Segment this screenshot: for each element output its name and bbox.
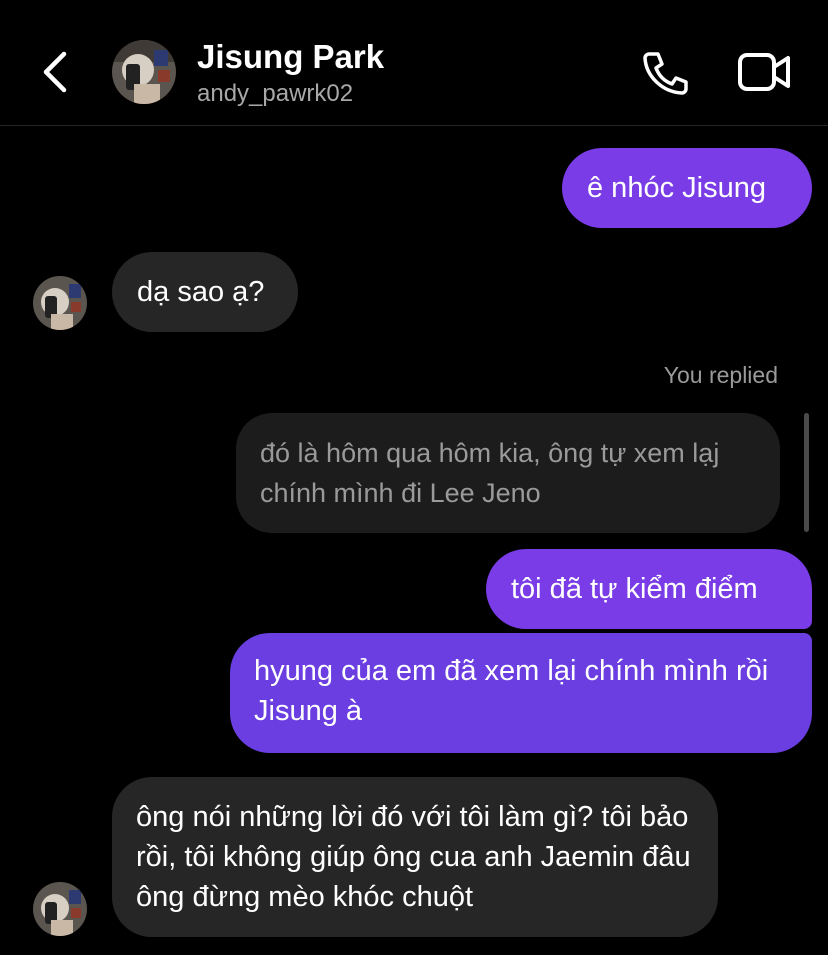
message-text: tôi đã tự kiểm điểm (511, 573, 758, 605)
message-sent[interactable]: tôi đã tự kiểm điểm (486, 549, 812, 629)
avatar-photo (112, 40, 176, 104)
avatar-photo (33, 276, 87, 330)
reply-indicator-bar (804, 413, 809, 532)
back-button[interactable] (34, 48, 78, 96)
chat-header: Jisung Park andy_pawrk02 (0, 0, 828, 126)
contact-name: Jisung Park (197, 38, 385, 75)
message-text: hyung của em đã xem lại chính mình rồi J… (254, 655, 769, 727)
message-sent[interactable]: hyung của em đã xem lại chính mình rồi J… (230, 633, 812, 753)
message-sent[interactable]: ê nhóc Jisung (562, 148, 812, 228)
quoted-text: đó là hôm qua hôm kia, ông tự xem lạj ch… (260, 438, 720, 508)
avatar-photo (33, 882, 87, 936)
sender-avatar[interactable] (33, 276, 87, 330)
you-replied-label: You replied (663, 362, 778, 388)
message-text: ê nhóc Jisung (587, 172, 766, 204)
message-received[interactable]: ông nói những lời đó với tôi làm gì? tôi… (112, 777, 718, 937)
call-button[interactable] (640, 48, 690, 96)
video-call-button[interactable] (736, 48, 792, 96)
message-text: ông nói những lời đó với tôi làm gì? tôi… (136, 801, 691, 913)
message-received[interactable]: dạ sao ạ? (112, 252, 298, 332)
quoted-message[interactable]: đó là hôm qua hôm kia, ông tự xem lạj ch… (236, 413, 780, 533)
contact-username: andy_pawrk02 (197, 80, 354, 107)
chevron-left-icon (43, 51, 67, 93)
video-camera-icon (738, 53, 790, 91)
message-text: dạ sao ạ? (137, 276, 265, 308)
phone-icon (643, 52, 688, 95)
contact-avatar[interactable] (112, 40, 176, 104)
sender-avatar[interactable] (33, 882, 87, 936)
